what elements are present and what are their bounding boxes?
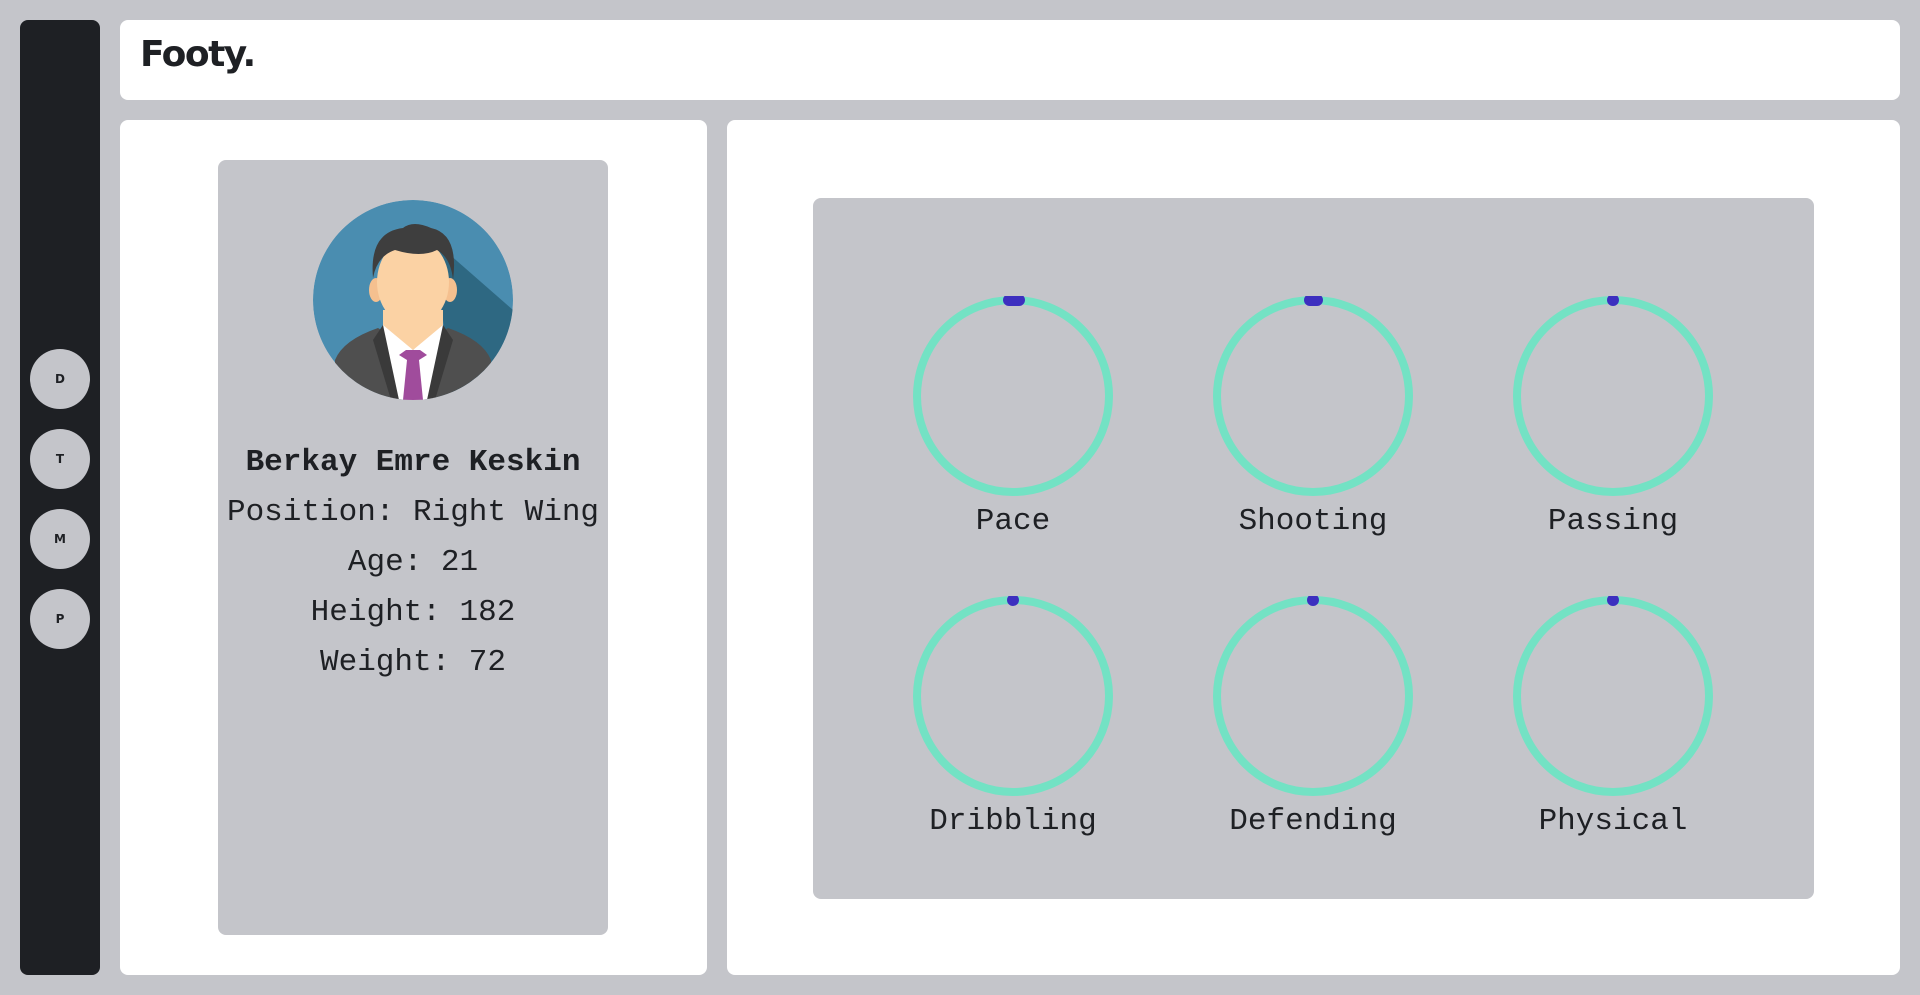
app-logo[interactable]: Footy. bbox=[140, 37, 256, 73]
stats-card: Pace Shooting Passing Dribbling Defendin… bbox=[813, 198, 1814, 899]
stat-dribbling: Dribbling bbox=[893, 596, 1133, 866]
player-avatar bbox=[313, 200, 513, 400]
nav-button-d[interactable]: D bbox=[30, 349, 90, 409]
stat-label-physical: Physical bbox=[1538, 804, 1688, 839]
passing-progress-marker bbox=[1607, 296, 1619, 306]
stat-label-shooting: Shooting bbox=[1238, 504, 1388, 539]
defending-ring bbox=[1213, 596, 1413, 796]
passing-ring bbox=[1513, 296, 1713, 496]
stat-label-defending: Defending bbox=[1229, 804, 1397, 839]
stats-panel: Pace Shooting Passing Dribbling Defendin… bbox=[727, 120, 1900, 975]
defending-progress-marker bbox=[1307, 596, 1319, 606]
stat-physical: Physical bbox=[1493, 596, 1733, 866]
pace-ring bbox=[913, 296, 1113, 496]
player-name: Berkay Emre Keskin bbox=[245, 445, 581, 480]
physical-progress-marker bbox=[1607, 596, 1619, 606]
physical-ring bbox=[1513, 596, 1713, 796]
nav-button-t[interactable]: T bbox=[30, 429, 90, 489]
nav-button-m[interactable]: M bbox=[30, 509, 90, 569]
player-card: Berkay Emre Keskin Position: Right Wing … bbox=[218, 160, 608, 935]
profile-panel: Berkay Emre Keskin Position: Right Wing … bbox=[120, 120, 707, 975]
stat-label-passing: Passing bbox=[1547, 504, 1679, 539]
player-position: Position: Right Wing bbox=[226, 495, 600, 530]
player-height: Height: 182 bbox=[310, 595, 516, 630]
stat-defending: Defending bbox=[1193, 596, 1433, 866]
stat-pace: Pace bbox=[893, 296, 1133, 566]
player-weight: Weight: 72 bbox=[319, 645, 507, 680]
stat-label-dribbling: Dribbling bbox=[929, 804, 1097, 839]
stat-passing: Passing bbox=[1493, 296, 1733, 566]
header: Footy. bbox=[120, 20, 1900, 100]
player-age: Age: 21 bbox=[347, 545, 479, 580]
dribbling-ring bbox=[913, 596, 1113, 796]
dribbling-progress-marker bbox=[1007, 596, 1019, 606]
businessman-avatar-icon bbox=[313, 200, 513, 400]
stat-label-pace: Pace bbox=[975, 504, 1051, 539]
nav-button-p[interactable]: P bbox=[30, 589, 90, 649]
stat-shooting: Shooting bbox=[1193, 296, 1433, 566]
sidebar: D T M P bbox=[20, 20, 100, 975]
shooting-ring bbox=[1213, 296, 1413, 496]
